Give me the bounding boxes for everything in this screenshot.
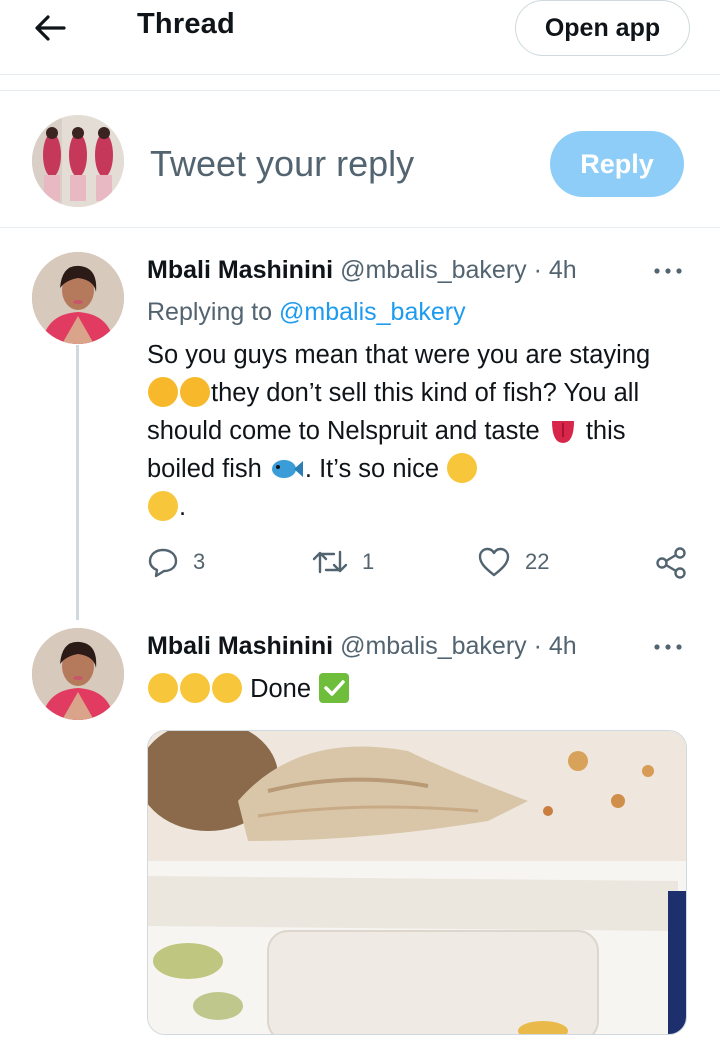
more-button[interactable] (653, 258, 683, 284)
like-action[interactable]: 22 (477, 546, 549, 578)
timestamp[interactable]: 4h (549, 632, 577, 660)
reply-button[interactable]: Reply (550, 131, 684, 197)
share-icon (656, 547, 686, 579)
heart-icon (478, 547, 510, 577)
food-photo-image (148, 731, 686, 1034)
avatar[interactable] (32, 628, 124, 720)
tweet-text-part: Done (243, 675, 319, 703)
more-button[interactable] (653, 634, 683, 660)
relieved-face-emoji (180, 673, 210, 703)
tweet-header: Mbali Mashinini @mbalis_bakery · 4h (147, 256, 577, 285)
relieved-face-emoji (148, 491, 178, 521)
back-button[interactable] (30, 8, 70, 48)
replying-prefix: Replying to (147, 298, 273, 326)
retweet-icon (312, 550, 348, 574)
relieved-face-emoji (148, 673, 178, 703)
more-horizontal-icon (654, 268, 682, 274)
retweet-action[interactable]: 1 (312, 546, 374, 578)
tweet-text-part: . (179, 493, 187, 521)
user-handle[interactable]: @mbalis_bakery (340, 632, 527, 660)
separator-dot: · (533, 256, 542, 284)
share-action[interactable] (654, 546, 688, 580)
reply-action[interactable]: 3 (147, 546, 205, 578)
replying-to-line: Replying to @mbalis_bakery (147, 298, 466, 327)
separator-dot: · (533, 632, 542, 660)
arrow-left-icon (35, 15, 66, 41)
tweet-photo[interactable] (147, 730, 687, 1035)
display-name[interactable]: Mbali Mashinini (147, 256, 333, 284)
user-handle[interactable]: @mbalis_bakery (340, 256, 527, 284)
display-name[interactable]: Mbali Mashinini (147, 632, 333, 660)
rolling-eyes-emoji (447, 453, 478, 483)
tweet-header: Mbali Mashinini @mbalis_bakery · 4h (147, 632, 577, 661)
tongue-emoji (548, 415, 578, 445)
reply-input[interactable]: Tweet your reply (150, 143, 414, 185)
tweet-text-part: . It’s so nice (304, 455, 447, 483)
like-count: 22 (525, 549, 550, 574)
more-horizontal-icon (654, 644, 682, 650)
avatar[interactable] (32, 252, 124, 344)
reply-count: 3 (193, 549, 206, 574)
top-bar: Thread Open app (0, 0, 720, 75)
retweet-count: 1 (362, 549, 375, 574)
tweet-actions: 3 1 22 (147, 546, 692, 590)
tweet-text-part: So you guys mean that were you are stayi… (147, 341, 651, 369)
reply-composer: Tweet your reply Reply (0, 90, 720, 228)
replying-to-mention[interactable]: @mbalis_bakery (279, 298, 466, 326)
thinking-face-emoji (148, 377, 178, 407)
timestamp[interactable]: 4h (549, 256, 577, 284)
open-app-button[interactable]: Open app (515, 0, 690, 56)
thinking-face-emoji (180, 377, 210, 407)
reply-bubble-icon (148, 548, 178, 578)
current-user-avatar (32, 115, 124, 207)
tweet-text: So you guys mean that were you are stayi… (147, 336, 687, 526)
page-title: Thread (137, 8, 235, 40)
relieved-face-emoji (212, 673, 242, 703)
thread-connector-line (76, 345, 79, 620)
fish-emoji (270, 453, 304, 483)
check-mark-emoji (319, 673, 350, 703)
tweet-text: Done (147, 670, 687, 708)
